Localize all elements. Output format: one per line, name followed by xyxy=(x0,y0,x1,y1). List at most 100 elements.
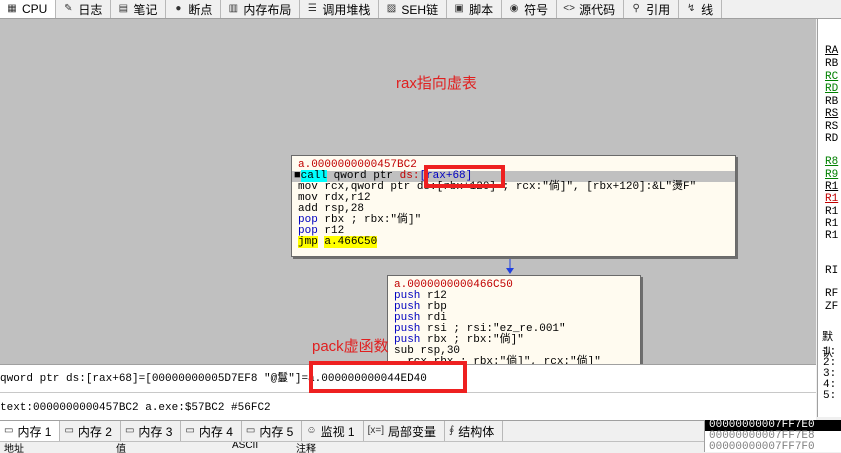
register-name[interactable]: R1 xyxy=(825,181,838,193)
breakpoint-icon: ● xyxy=(175,3,182,14)
tab-label: 断点 xyxy=(188,2,213,17)
bottom-tab-bar: ▭ 内存 1 ▭ 内存 2 ▭ 内存 3 ▭ 内存 4 ▭ 内存 5 ☺ 监视 1 [x=] 局部变量 ∮ 结… xyxy=(0,420,704,441)
tab-label: 符号 xyxy=(524,2,549,17)
register-name[interactable]: RS xyxy=(825,108,838,120)
register-name[interactable]: RD xyxy=(825,83,838,95)
log-icon: ✎ xyxy=(64,3,73,14)
bottom-tab-6[interactable]: ☺ 监视 1 xyxy=(302,421,364,441)
register-name[interactable]: R8 xyxy=(825,156,838,168)
memory-icon: ▭ xyxy=(185,425,195,436)
pack-highlight-box xyxy=(309,361,467,393)
asm-line[interactable]: jmp a.466C50 xyxy=(292,236,735,248)
watch-icon: ☺ xyxy=(306,425,317,436)
tab-label: 脚本 xyxy=(469,2,494,17)
register-name[interactable]: RA xyxy=(825,45,838,57)
tab-label: 内存 3 xyxy=(138,424,173,439)
pack-annotation: pack虚函数 xyxy=(312,338,389,355)
stack-row[interactable]: 00000000007FF7F0 xyxy=(705,442,841,453)
tab-label: 调用堆栈 xyxy=(322,2,371,17)
references-icon: ⚲ xyxy=(632,3,640,14)
bottom-tab-1[interactable]: ▭ 内存 1 xyxy=(0,421,61,441)
tab-label: 内存 1 xyxy=(17,424,52,439)
tab-label: 内存 4 xyxy=(198,424,233,439)
memory-map-icon: ▥ xyxy=(228,3,239,14)
rax-annotation: rax指向虚表 xyxy=(396,75,477,92)
tab-label: 内存布局 xyxy=(243,2,292,17)
dump-col-comment[interactable]: 注释 xyxy=(296,442,316,453)
call-arg-row[interactable]: 5: xyxy=(823,390,836,402)
register-name[interactable]: RC xyxy=(825,71,838,83)
dump-col-address[interactable]: 地址 xyxy=(4,442,24,453)
dump-col-ascii[interactable]: ASCII xyxy=(232,442,258,451)
jump-target[interactable]: a.466C50 xyxy=(324,236,378,248)
code-block-1[interactable]: a.0000000000457BC2 ■call qword ptr ds:[r… xyxy=(291,155,736,257)
dump-header: 地址 值 ASCII 注释 xyxy=(0,441,704,453)
memory-icon: ▭ xyxy=(245,425,256,436)
tab-source[interactable]: <> 源代码 xyxy=(557,0,625,18)
tab-notes[interactable]: ▤ 笔记 xyxy=(111,0,167,18)
dump-col-hex[interactable]: 值 xyxy=(116,442,126,453)
tab-breakpoint[interactable]: ● 断点 xyxy=(166,0,222,18)
register-name[interactable]: ZF xyxy=(825,301,838,313)
tab-log[interactable]: ✎ 日志 xyxy=(56,0,112,18)
bottom-tab-3[interactable]: ▭ 内存 3 xyxy=(121,421,182,441)
locals-icon: [x=] xyxy=(367,425,384,436)
tab-label: 日志 xyxy=(78,2,103,17)
top-tab-bar: ▦ CPU ✎ 日志 ▤ 笔记 ● 断点 ▥ 内存布局 ☰ 调用堆栈 ▨ SEH链 ▣ 脚本 ◉ 符号 <> 源代码 ⚲… xyxy=(0,0,841,19)
register-name[interactable]: R9 xyxy=(825,169,838,181)
bottom-tab-8[interactable]: ∮ 结构体 xyxy=(445,421,504,441)
struct-icon: ∮ xyxy=(449,425,455,436)
rax-highlight-box xyxy=(424,165,505,188)
call-args-panel: 默认 1: 2: 3: 4: 5: xyxy=(817,327,841,417)
code-block-2[interactable]: a.0000000000466C50 push r12 push rbp push … xyxy=(387,275,641,364)
register-name[interactable]: RD xyxy=(825,133,838,145)
bottom-tab-4[interactable]: ▭ 内存 4 xyxy=(181,421,242,441)
register-panel: RA RB RC RD RB RS RS RD R8 R9 R1 R1 R1 R1 R1 RI RF ZF xyxy=(817,19,841,364)
seh-chain-icon: ▨ xyxy=(386,3,397,14)
memory-icon: ▭ xyxy=(64,425,74,436)
register-name[interactable]: R1 xyxy=(825,218,838,230)
register-name[interactable]: R1 xyxy=(825,193,838,205)
asm-line[interactable]: pop rbx ; rbx:"倘]" xyxy=(292,215,735,226)
bottom-tab-2[interactable]: ▭ 内存 2 xyxy=(60,421,121,441)
tab-memory-map[interactable]: ▥ 内存布局 xyxy=(221,0,301,18)
tab-call-stack[interactable]: ☰ 调用堆栈 xyxy=(300,0,380,18)
stack-panel[interactable]: 00000000007FF7E0 00000000007FF7E8 00000000… xyxy=(704,420,841,453)
register-name[interactable]: R1 xyxy=(825,206,838,218)
memory-icon: ▭ xyxy=(124,425,135,436)
asm-mnemonic: jmp xyxy=(298,236,318,248)
script-icon: ▣ xyxy=(454,3,464,14)
register-name[interactable]: RB xyxy=(825,96,838,108)
register-name[interactable]: RS xyxy=(825,121,838,133)
cpu-icon: ▦ xyxy=(7,3,17,14)
tab-cpu[interactable]: ▦ CPU xyxy=(0,0,57,18)
bottom-tab-7[interactable]: [x=] 局部变量 xyxy=(364,421,445,441)
tab-label: 笔记 xyxy=(133,2,158,17)
flow-arrow xyxy=(506,259,514,274)
tab-script[interactable]: ▣ 脚本 xyxy=(447,0,503,18)
bottom-tab-5[interactable]: ▭ 内存 5 xyxy=(242,421,303,441)
tab-references[interactable]: ⚲ 引用 xyxy=(624,0,680,18)
tab-threads[interactable]: ↯ 线 xyxy=(679,0,723,18)
tab-label: 监视 1 xyxy=(320,424,355,439)
tab-label: SEH链 xyxy=(401,2,439,17)
tab-symbols[interactable]: ◉ 符号 xyxy=(502,0,558,18)
tab-seh-chain[interactable]: ▨ SEH链 xyxy=(379,0,448,18)
tab-label: 线 xyxy=(701,2,714,17)
memory-icon: ▭ xyxy=(4,425,14,436)
tab-label: 源代码 xyxy=(579,2,616,17)
tab-label: 引用 xyxy=(646,2,671,17)
tab-label: 内存 5 xyxy=(259,424,294,439)
register-name[interactable]: RF xyxy=(825,288,838,300)
tab-label: CPU xyxy=(22,2,48,16)
source-icon: <> xyxy=(563,3,575,14)
tab-label: 局部变量 xyxy=(387,424,436,439)
tab-label: 内存 2 xyxy=(77,424,112,439)
tab-label: 结构体 xyxy=(458,424,495,439)
register-name[interactable]: RI xyxy=(825,265,838,277)
register-name[interactable]: R1 xyxy=(825,230,838,242)
notes-icon: ▤ xyxy=(118,3,129,14)
graph-view[interactable]: rax指向虚表 a.0000000000457BC2 ■call qword p… xyxy=(0,19,816,364)
info-line-address: text:0000000000457BC2 a.exe:$57BC2 #56FC… xyxy=(0,402,271,414)
register-name[interactable]: RB xyxy=(825,58,838,70)
